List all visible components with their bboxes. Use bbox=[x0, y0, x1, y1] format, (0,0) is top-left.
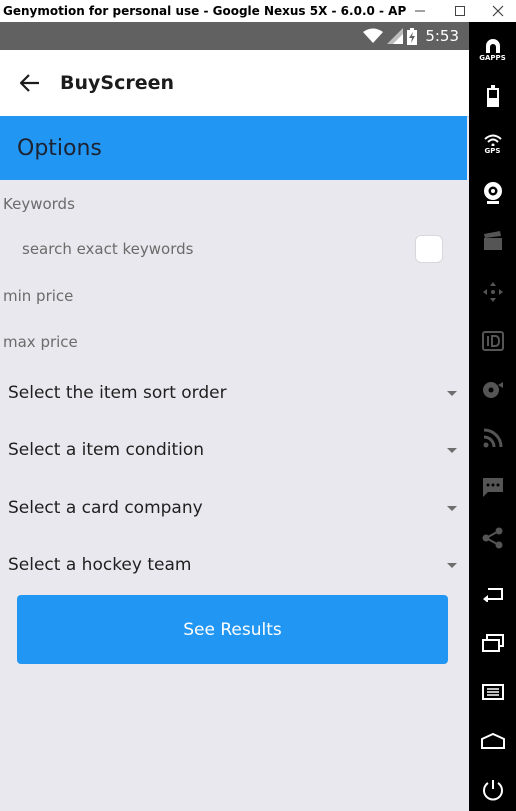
app-bar: BuyScreen bbox=[0, 50, 469, 116]
see-results-button[interactable]: See Results bbox=[17, 595, 448, 664]
gps-caption: GPS bbox=[484, 146, 501, 155]
home-button[interactable] bbox=[469, 721, 516, 761]
webcam-button[interactable] bbox=[469, 173, 516, 213]
media-button[interactable] bbox=[469, 221, 516, 261]
gapps-button[interactable]: GAPPS bbox=[469, 30, 516, 70]
sort-order-label: Select the item sort order bbox=[8, 383, 227, 403]
emulator-toolbar: GAPPS GPS bbox=[469, 22, 516, 811]
move-arrows-icon bbox=[482, 282, 503, 302]
gapps-caption: GAPPS bbox=[479, 53, 506, 62]
dropdown-arrow-icon bbox=[447, 563, 457, 568]
options-title: Options bbox=[17, 135, 102, 161]
hockey-team-label: Select a hockey team bbox=[8, 555, 192, 575]
options-header: Options bbox=[0, 116, 467, 180]
dropdown-arrow-icon bbox=[447, 506, 457, 511]
id-icon bbox=[481, 331, 504, 351]
min-price-field[interactable]: min price bbox=[3, 287, 73, 305]
menu-icon bbox=[481, 684, 504, 700]
menu-button[interactable] bbox=[469, 672, 516, 712]
gps-button[interactable]: GPS bbox=[469, 124, 516, 164]
close-icon bbox=[492, 5, 504, 17]
arrow-back-icon bbox=[20, 74, 39, 92]
maximize-icon bbox=[455, 6, 465, 16]
item-condition-picker[interactable]: Select a item condition bbox=[0, 430, 467, 470]
sort-order-picker[interactable]: Select the item sort order bbox=[0, 373, 467, 413]
gapps-icon bbox=[485, 38, 500, 53]
disk-button[interactable] bbox=[469, 370, 516, 410]
share-button[interactable] bbox=[469, 518, 516, 558]
recent-apps-icon bbox=[481, 634, 504, 652]
device-screen: 5:53 BuyScreen Options Keywords search e… bbox=[0, 22, 469, 811]
hockey-team-picker[interactable]: Select a hockey team bbox=[0, 545, 467, 585]
minimize-button[interactable] bbox=[400, 0, 440, 22]
screen-title: BuyScreen bbox=[60, 72, 175, 94]
power-button[interactable] bbox=[469, 770, 516, 810]
item-condition-label: Select a item condition bbox=[8, 440, 205, 460]
signal-icon bbox=[387, 28, 404, 44]
battery-icon bbox=[486, 85, 499, 107]
max-price-field[interactable]: max price bbox=[3, 333, 78, 351]
sms-button[interactable] bbox=[469, 468, 516, 508]
window-title: Genymotion for personal use - Google Nex… bbox=[3, 4, 406, 18]
webcam-icon bbox=[483, 182, 502, 204]
network-button[interactable] bbox=[469, 418, 516, 458]
maximize-button[interactable] bbox=[440, 0, 480, 22]
share-icon bbox=[482, 527, 502, 549]
recent-apps-button[interactable] bbox=[469, 623, 516, 663]
battery-charging-icon bbox=[407, 27, 418, 45]
wifi-icon bbox=[363, 28, 384, 44]
status-bar: 5:53 bbox=[0, 22, 469, 50]
dropdown-arrow-icon bbox=[447, 391, 457, 396]
minimize-icon bbox=[415, 10, 425, 12]
move-button[interactable] bbox=[469, 272, 516, 312]
identifiers-button[interactable] bbox=[469, 321, 516, 361]
window-titlebar: Genymotion for personal use - Google Nex… bbox=[0, 0, 516, 22]
status-time: 5:53 bbox=[425, 27, 459, 45]
dropdown-arrow-icon bbox=[447, 448, 457, 453]
chat-icon bbox=[482, 478, 503, 497]
android-back-button[interactable] bbox=[469, 574, 516, 614]
home-icon bbox=[480, 733, 505, 749]
back-arrow-icon bbox=[482, 588, 503, 602]
back-button[interactable] bbox=[15, 68, 45, 98]
rss-icon bbox=[483, 428, 502, 448]
exact-keywords-label: search exact keywords bbox=[22, 240, 194, 258]
close-button[interactable] bbox=[478, 0, 516, 22]
disk-icon bbox=[482, 382, 503, 398]
exact-keywords-row[interactable]: search exact keywords bbox=[0, 230, 467, 268]
keywords-field[interactable]: Keywords bbox=[3, 195, 75, 213]
power-icon bbox=[482, 780, 503, 801]
card-company-picker[interactable]: Select a card company bbox=[0, 488, 467, 528]
clapperboard-icon bbox=[483, 231, 502, 250]
battery-button[interactable] bbox=[469, 76, 516, 116]
exact-keywords-checkbox[interactable] bbox=[415, 235, 443, 263]
card-company-label: Select a card company bbox=[8, 498, 203, 518]
gps-icon bbox=[483, 134, 502, 146]
